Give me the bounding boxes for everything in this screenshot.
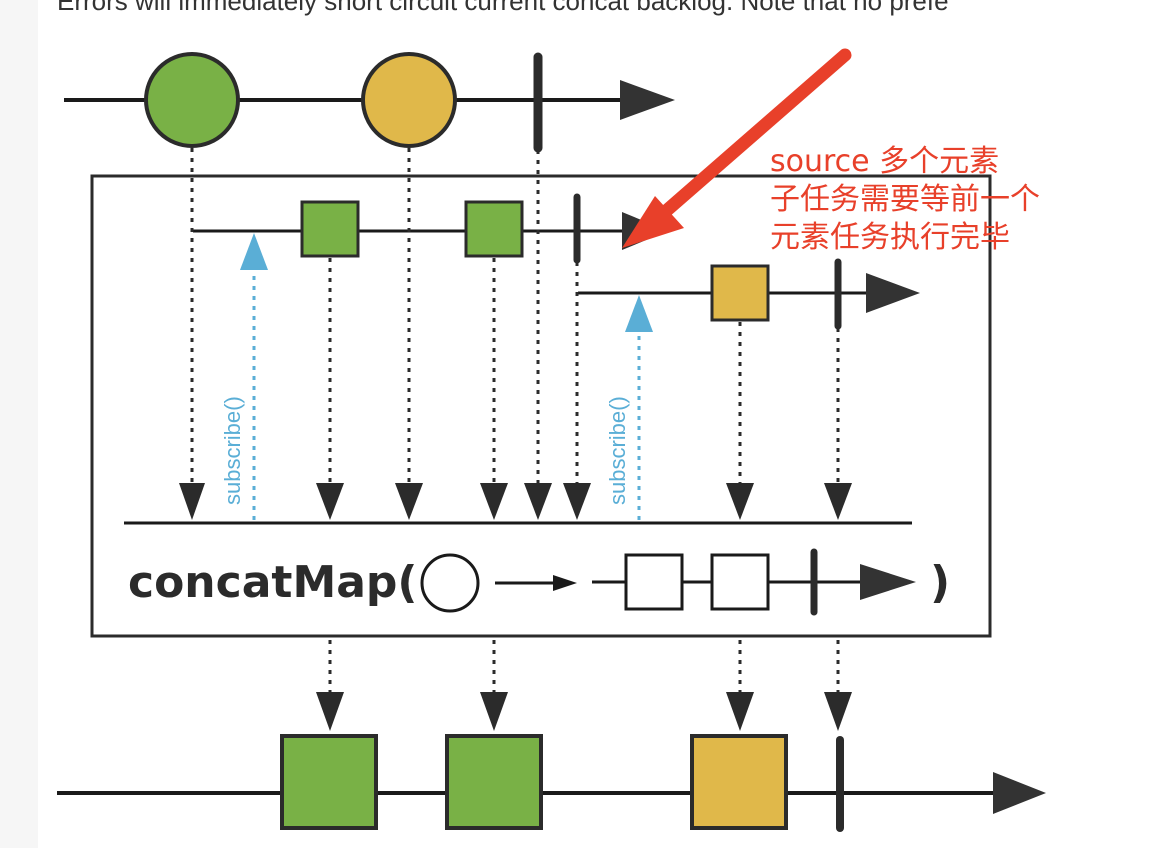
output-timeline (57, 734, 1046, 832)
operator-signature: concatMap( ) (128, 548, 950, 616)
inner-timeline-green (193, 193, 668, 264)
source-green-circle (144, 52, 240, 148)
annotation-line-1: source 多个元素 (770, 144, 1000, 179)
operator-close: ) (930, 557, 950, 608)
output-timeline-arrowhead (993, 772, 1046, 814)
signature-map-arrow (553, 575, 577, 591)
subscribe-arrow-2: subscribe() (605, 295, 653, 520)
operator-label: concatMap( (128, 557, 418, 608)
signature-input-circle (420, 553, 480, 613)
subscribe-label-1: subscribe() (220, 396, 245, 505)
output-green-square-2 (445, 734, 543, 830)
inner-green-square-1 (300, 200, 360, 258)
inner-yellow-arrowhead (866, 273, 920, 313)
output-drop-lines (328, 640, 840, 695)
inner-yellow-square (710, 264, 770, 322)
source-timeline-arrowhead (620, 80, 675, 120)
inner-green-square-2 (464, 200, 524, 258)
inner-timeline-yellow (578, 258, 920, 330)
drop-arrowheads (179, 483, 852, 520)
source-yellow-circle (361, 52, 457, 148)
signature-arrowhead (860, 564, 916, 600)
signature-square-1 (624, 553, 684, 611)
source-timeline (64, 52, 675, 153)
subscribe-label-2: subscribe() (605, 396, 630, 505)
output-drop-arrowheads (316, 692, 852, 731)
annotation-line-3: 元素任务执行完毕 (770, 220, 1010, 255)
annotation-line-2: 子任务需要等前一个 (770, 182, 1040, 217)
annotation-note: source 多个元素 子任务需要等前一个 元素任务执行完毕 (770, 143, 1040, 257)
output-yellow-square (690, 734, 788, 830)
concatmap-marble-diagram: subscribe() subscribe() concatMap( ) (57, 48, 1046, 832)
subscribe-arrow-1: subscribe() (220, 233, 268, 520)
signature-square-2 (710, 553, 770, 611)
output-green-square-1 (280, 734, 378, 830)
